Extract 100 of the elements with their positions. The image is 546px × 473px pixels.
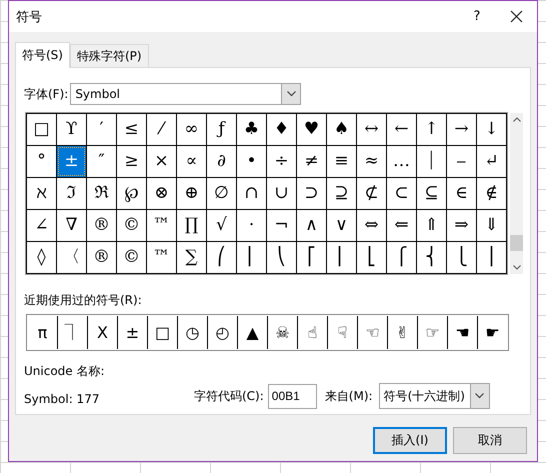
symbol-cell[interactable]: ™ (147, 242, 176, 273)
symbol-cell[interactable]: ∑ (177, 242, 206, 273)
recent-symbol-cell[interactable]: ☞ (418, 316, 447, 349)
symbol-cell[interactable]: ♣ (237, 114, 266, 145)
symbol-cell[interactable]: ″ (87, 146, 116, 177)
symbol-cell[interactable]: × (147, 146, 176, 177)
symbol-cell[interactable]: ≡ (327, 146, 356, 177)
symbol-cell[interactable]: ⏐ (417, 146, 446, 177)
symbol-cell[interactable]: ⊃ (297, 178, 326, 209)
symbol-cell[interactable]: ∠ (27, 210, 56, 241)
symbol-cell[interactable]: ∅ (207, 178, 236, 209)
symbol-cell[interactable]: ∪ (267, 178, 296, 209)
symbol-cell[interactable]: ≥ (117, 146, 146, 177)
symbol-cell[interactable]: ⎡ (297, 242, 326, 273)
font-dropdown[interactable]: Symbol (70, 83, 302, 105)
symbol-cell[interactable]: ⇔ (357, 210, 386, 241)
symbol-cell[interactable]: ∇ (57, 210, 86, 241)
recent-symbol-cell[interactable]: ☝ (298, 316, 327, 349)
dialog-button[interactable]: 插入(I) (373, 427, 447, 454)
symbol-cell[interactable]: ∞ (177, 114, 206, 145)
symbol-cell[interactable]: ⎝ (267, 242, 296, 273)
recent-symbol-cell[interactable]: ☛ (478, 316, 507, 349)
symbol-cell[interactable]: ∈ (447, 178, 476, 209)
symbol-cell[interactable]: ± (57, 146, 86, 177)
symbol-cell[interactable]: ≤ (117, 114, 146, 145)
recent-symbol-cell[interactable]: ⏋ (58, 316, 87, 349)
symbol-cell[interactable]: ⎯ (447, 146, 476, 177)
symbol-cell[interactable]: ⊇ (327, 178, 356, 209)
symbol-cell[interactable]: ↵ (477, 146, 506, 177)
tab[interactable]: 特殊字符(P) (70, 44, 149, 67)
symbol-cell[interactable]: ⊆ (417, 178, 446, 209)
symbol-cell[interactable]: ⇒ (447, 210, 476, 241)
symbol-cell[interactable]: ⋅ (237, 210, 266, 241)
symbol-cell[interactable]: ® (87, 242, 116, 273)
symbol-cell[interactable]: ℵ (27, 178, 56, 209)
symbol-cell[interactable]: ∂ (207, 146, 236, 177)
symbol-cell[interactable]: ⎨ (417, 242, 446, 273)
symbol-cell[interactable]: ∧ (297, 210, 326, 241)
symbol-cell[interactable]: © (117, 210, 146, 241)
symbol-cell[interactable]: ℘ (117, 178, 146, 209)
char-code-field[interactable]: 00B1 (268, 384, 317, 408)
recent-symbol-cell[interactable]: ◷ (178, 316, 207, 349)
symbol-cell[interactable]: ⇓ (477, 210, 506, 241)
symbol-cell[interactable]: ↑ (417, 114, 446, 145)
symbol-cell[interactable]: ⎢ (327, 242, 356, 273)
symbol-cell[interactable]: ⇐ (387, 210, 416, 241)
symbol-cell[interactable]: ℑ (57, 178, 86, 209)
symbol-cell[interactable]: • (237, 146, 266, 177)
symbol-cell[interactable]: ↓ (477, 114, 506, 145)
symbol-cell[interactable]: ⎛ (207, 242, 236, 273)
symbol-cell[interactable]: √ (207, 210, 236, 241)
recent-symbol-cell[interactable]: ◴ (208, 316, 237, 349)
symbol-cell[interactable]: ÷ (267, 146, 296, 177)
recent-symbol-cell[interactable]: ± (118, 316, 147, 349)
symbol-cell[interactable]: ™ (147, 210, 176, 241)
symbol-cell[interactable]: ⊂ (387, 178, 416, 209)
tab[interactable]: 符号(S) (15, 42, 70, 68)
symbol-cell[interactable]: ⊕ (177, 178, 206, 209)
symbol-cell[interactable]: ⇑ (417, 210, 446, 241)
symbol-cell[interactable]: ♦ (267, 114, 296, 145)
symbol-cell[interactable]: ∉ (477, 178, 506, 209)
symbol-cell[interactable]: ∏ (177, 210, 206, 241)
symbol-cell[interactable]: ♠ (327, 114, 356, 145)
symbol-cell[interactable]: → (447, 114, 476, 145)
symbol-cell[interactable]: ∝ (177, 146, 206, 177)
symbol-cell[interactable]: ≈ (357, 146, 386, 177)
symbol-cell[interactable]: ⊗ (147, 178, 176, 209)
symbol-cell[interactable]: □ (27, 114, 56, 145)
recent-symbol-cell[interactable]: π (28, 316, 57, 349)
help-button[interactable]: ? (457, 9, 497, 24)
recent-symbol-cell[interactable]: □ (148, 316, 177, 349)
symbol-cell[interactable]: ƒ (207, 114, 236, 145)
recent-symbol-cell[interactable]: ☠ (268, 316, 297, 349)
recent-symbol-cell[interactable]: ▲ (238, 316, 267, 349)
symbol-cell[interactable]: ® (87, 210, 116, 241)
symbol-cell[interactable]: ⊄ (357, 178, 386, 209)
symbol-cell[interactable]: 〈 (57, 242, 86, 273)
symbol-cell[interactable]: ⎜ (237, 242, 266, 273)
symbol-cell[interactable]: ′ (87, 114, 116, 145)
symbol-cell[interactable]: … (387, 146, 416, 177)
symbol-cell[interactable]: ℜ (87, 178, 116, 209)
recent-symbol-cell[interactable]: Χ (88, 316, 117, 349)
symbol-cell[interactable]: ⎣ (357, 242, 386, 273)
symbol-cell[interactable]: ⎪ (477, 242, 506, 273)
symbol-cell[interactable]: © (117, 242, 146, 273)
recent-symbol-cell[interactable]: ☟ (328, 316, 357, 349)
recent-symbol-cell[interactable]: ✌ (388, 316, 417, 349)
symbol-cell[interactable]: ← (387, 114, 416, 145)
symbol-cell[interactable]: ⁄ (147, 114, 176, 145)
from-dropdown[interactable]: 符号(十六进制) (378, 383, 490, 409)
symbol-cell[interactable]: ¬ (267, 210, 296, 241)
recent-symbol-cell[interactable]: ☚ (448, 316, 477, 349)
symbol-cell[interactable]: ♥ (297, 114, 326, 145)
symbol-cell[interactable]: ⎧ (387, 242, 416, 273)
symbol-cell[interactable]: ↔ (357, 114, 386, 145)
symbol-cell[interactable]: ϒ (57, 114, 86, 145)
symbol-cell[interactable]: ◊ (27, 242, 56, 273)
recent-symbol-cell[interactable]: ☜ (358, 316, 387, 349)
symbol-cell[interactable]: ⎩ (447, 242, 476, 273)
symbol-cell[interactable]: ∨ (327, 210, 356, 241)
